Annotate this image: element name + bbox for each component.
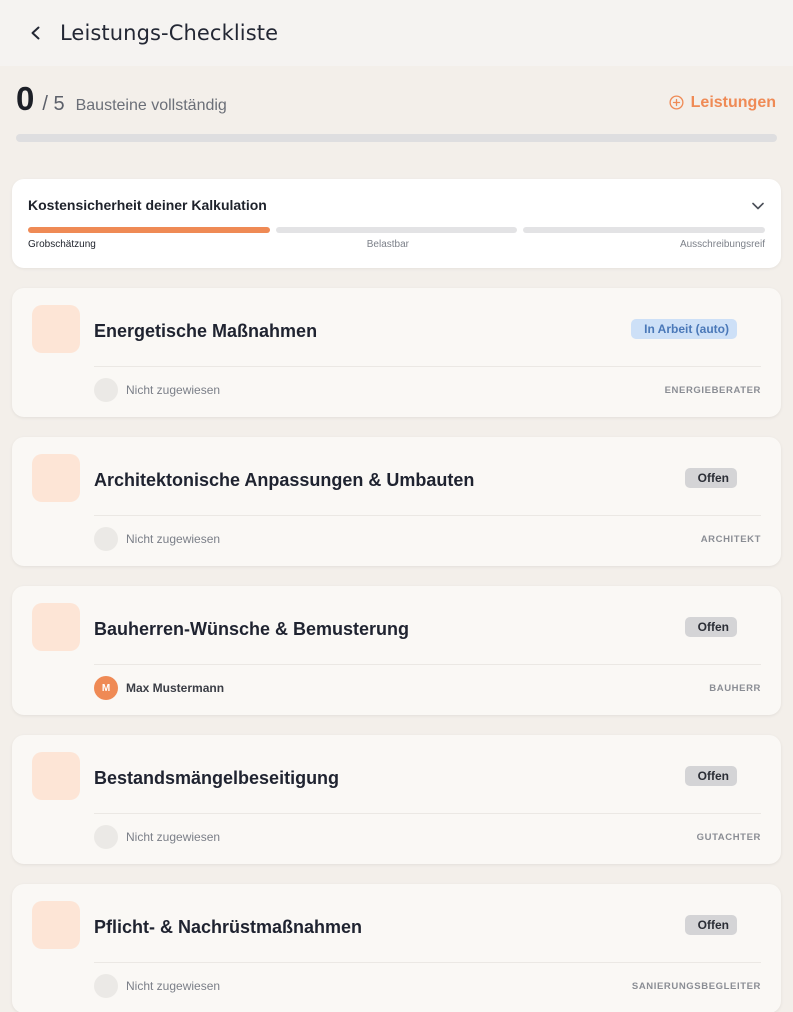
cost-level-label: Grobschätzung — [28, 239, 96, 250]
divider — [94, 515, 761, 516]
assignee-name: Nicht zugewiesen — [126, 830, 221, 844]
divider — [94, 813, 761, 814]
avatar — [94, 378, 118, 402]
assignee[interactable]: Nicht zugewiesen — [94, 974, 220, 998]
status-label: In Arbeit (auto) — [644, 322, 729, 336]
status-label: Offen — [697, 471, 729, 485]
back-button[interactable] — [24, 21, 48, 45]
task-card[interactable]: Bestandsmängelbeseitigung Offen Nicht zuge… — [12, 735, 781, 864]
status-label: Offen — [697, 918, 729, 932]
divider — [94, 366, 761, 367]
task-list: Energetische Maßnahmen In Arbeit (auto) Ni… — [0, 288, 793, 1012]
task-title: Pflicht- & Nachrüstmaßnahmen — [94, 917, 363, 937]
task-icon-box — [32, 454, 80, 502]
add-leistungen-label: Leistungen — [690, 93, 776, 111]
task-title: Bestandsmängelbeseitigung — [94, 768, 340, 788]
cost-certainty-levels: Grobschätzung Belastbar Ausschreibungsreif — [28, 239, 765, 250]
assignee[interactable]: Nicht zugewiesen — [94, 378, 220, 402]
cost-level-segment — [28, 227, 270, 233]
completed-count: 0 — [16, 80, 35, 117]
avatar — [94, 825, 118, 849]
assignee-name: Nicht zugewiesen — [126, 383, 221, 397]
task-title: Bauherren-Wünsche & Bemusterung — [94, 619, 410, 639]
status-badge: Offen — [684, 468, 737, 488]
role-label: BAUHERR — [709, 683, 761, 694]
total-count: / 5 — [42, 93, 65, 115]
assignee-name: Nicht zugewiesen — [126, 979, 221, 993]
chevron-down-icon[interactable] — [751, 199, 765, 213]
status-badge: In Arbeit (auto) — [631, 319, 737, 339]
cost-level-label: Belastbar — [366, 239, 410, 250]
overall-progress-bar — [16, 134, 777, 142]
plus-circle-icon — [669, 95, 684, 110]
add-leistungen-button[interactable]: Leistungen — [669, 94, 776, 112]
avatar — [94, 974, 118, 998]
progress-label: Bausteine vollständig — [75, 97, 227, 114]
chevron-left-icon — [31, 26, 40, 40]
status-badge: Offen — [684, 617, 737, 637]
assignee[interactable]: Nicht zugewiesen — [94, 825, 220, 849]
header: Leistungs-Checkliste — [0, 0, 793, 66]
avatar — [94, 527, 118, 551]
task-title: Energetische Maßnahmen — [94, 321, 318, 341]
page-title: Leistungs-Checkliste — [60, 21, 279, 45]
cost-certainty-card[interactable]: Kostensicherheit deiner Kalkulation Grob… — [12, 179, 781, 268]
status-badge: Offen — [684, 915, 737, 935]
progress-summary: 0 / 5 Bausteine vollständig Leistungen — [0, 66, 793, 142]
assignee[interactable]: Nicht zugewiesen — [94, 527, 220, 551]
assignee-name: Nicht zugewiesen — [126, 532, 221, 546]
task-icon-box — [32, 752, 80, 800]
task-card[interactable]: Bauherren-Wünsche & Bemusterung Offen M Max… — [12, 586, 781, 715]
cost-certainty-meter — [28, 227, 766, 233]
role-label: SANIERUNGSBEGLEITER — [631, 981, 761, 992]
divider — [94, 962, 761, 963]
role-label: ENERGIEBERATER — [664, 385, 761, 396]
status-badge: Offen — [684, 766, 737, 786]
assignee[interactable]: M Max Mustermann — [94, 676, 224, 700]
divider — [94, 664, 761, 665]
task-icon-box — [32, 901, 80, 949]
role-label: ARCHITEKT — [700, 534, 761, 545]
task-card[interactable]: Energetische Maßnahmen In Arbeit (auto) Ni… — [12, 288, 781, 417]
cost-level-label: Ausschreibungsreif — [679, 239, 765, 250]
task-card[interactable]: Pflicht- & Nachrüstmaßnahmen Offen Nicht z… — [12, 884, 781, 1012]
cost-level-segment — [523, 227, 766, 233]
status-label: Offen — [697, 620, 729, 634]
assignee-name: Max Mustermann — [126, 681, 225, 695]
task-title: Architektonische Anpassungen & Umbauten — [94, 470, 475, 490]
cost-certainty-title: Kostensicherheit deiner Kalkulation — [28, 197, 267, 213]
task-card[interactable]: Architektonische Anpassungen & Umbauten O… — [12, 437, 781, 566]
status-label: Offen — [697, 769, 729, 783]
avatar: M — [94, 676, 118, 700]
task-icon-box — [32, 305, 80, 353]
cost-level-segment — [275, 227, 518, 233]
role-label: GUTACHTER — [696, 832, 761, 843]
task-icon-box — [32, 603, 80, 651]
